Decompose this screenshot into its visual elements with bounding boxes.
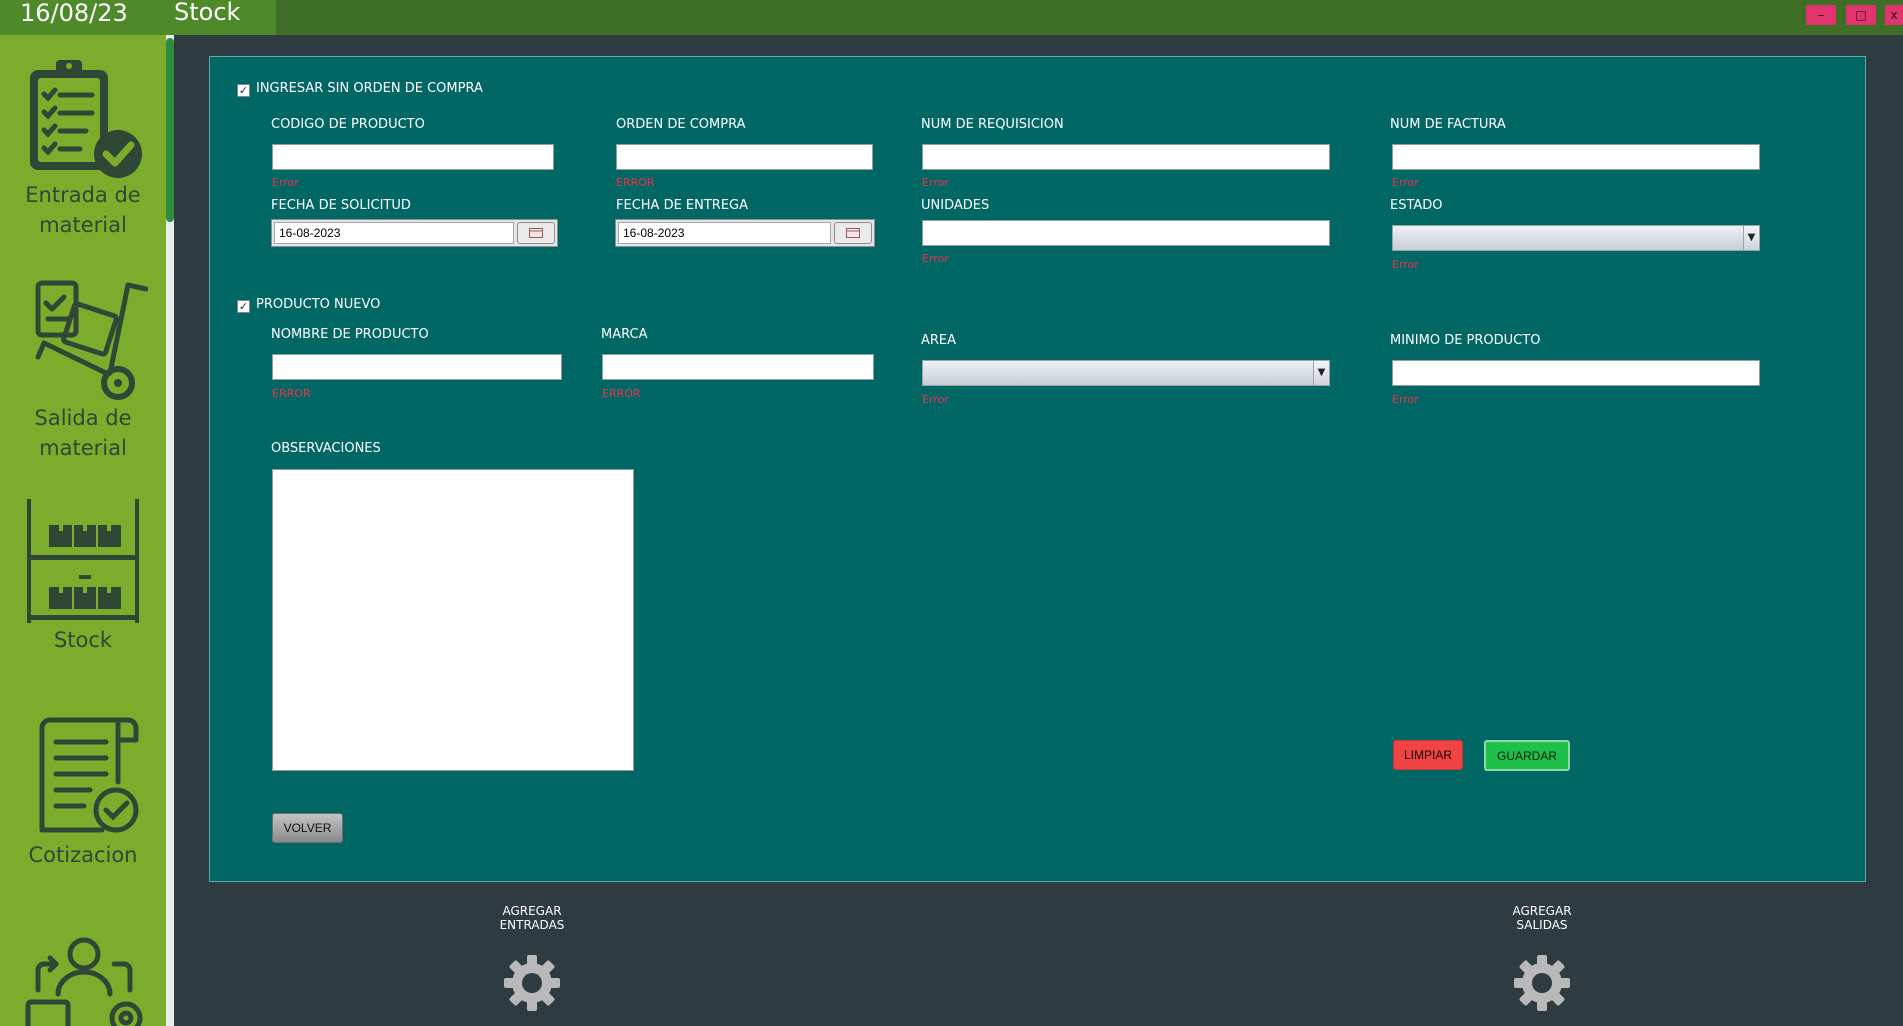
current-date: 16/08/23 <box>20 0 128 27</box>
maximize-button[interactable]: □ <box>1846 5 1876 25</box>
agregar-salidas-line2: SALIDAS <box>1516 918 1568 932</box>
sidebar-scrollbar-thumb[interactable] <box>166 38 174 222</box>
marca-input[interactable] <box>602 354 874 380</box>
area-select[interactable]: ▼ <box>922 360 1330 386</box>
agregar-entradas-line2: ENTRADAS <box>499 918 565 932</box>
label-fecha-entrega: FECHA DE ENTREGA <box>616 198 749 213</box>
agregar-salidas-line1: AGREGAR <box>1512 904 1572 918</box>
agregar-entradas-line1: AGREGAR <box>502 904 562 918</box>
error-unidades: Error <box>922 252 949 265</box>
fecha-entrega-calendar-button[interactable] <box>834 222 872 244</box>
sidebar-item-salida-material[interactable]: Salida de material <box>0 273 166 463</box>
minimize-button[interactable]: – <box>1806 5 1836 25</box>
label-sin-orden-compra: INGRESAR SIN ORDEN DE COMPRA <box>256 81 483 96</box>
label-fecha-solicitud: FECHA DE SOLICITUD <box>271 198 411 213</box>
error-estado: Error <box>1392 258 1419 271</box>
label-nombre-producto: NOMBRE DE PRODUCTO <box>271 327 429 342</box>
sidebar-label-entrada-1: Entrada de <box>25 183 141 207</box>
sidebar-label-entrada-2: material <box>39 213 127 237</box>
label-estado: ESTADO <box>1390 198 1443 213</box>
fecha-solicitud-calendar-button[interactable] <box>517 222 555 244</box>
nombre-producto-input[interactable] <box>272 354 562 380</box>
calendar-icon <box>846 228 860 238</box>
checkbox-producto-nuevo[interactable]: ✓ <box>237 300 250 313</box>
error-marca: ERROR <box>602 387 641 400</box>
form-panel: ✓ INGRESAR SIN ORDEN DE COMPRA CODIGO DE… <box>209 56 1866 882</box>
label-area: AREA <box>921 333 957 348</box>
agregar-entradas-label: AGREGAR ENTRADAS <box>472 904 592 932</box>
sidebar-item-entrada-material[interactable]: Entrada de material <box>0 52 166 240</box>
guardar-button[interactable]: GUARDAR <box>1484 740 1570 771</box>
codigo-producto-input[interactable] <box>272 144 554 170</box>
agregar-salidas-label: AGREGAR SALIDAS <box>1482 904 1602 932</box>
error-nombre-producto: ERROR <box>272 387 311 400</box>
clipboard-check-icon <box>30 60 142 178</box>
agregar-salidas-gear-icon[interactable] <box>1512 953 1572 1013</box>
num-factura-input[interactable] <box>1392 144 1760 170</box>
label-minimo-producto: MINIMO DE PRODUCTO <box>1390 333 1541 348</box>
title-bar: 16/08/23 Stock – □ x <box>0 0 1903 35</box>
document-check-icon <box>39 717 139 833</box>
label-orden-compra: ORDEN DE COMPRA <box>616 117 746 132</box>
calendar-icon <box>529 228 543 238</box>
sidebar-item-cotizacion[interactable]: Cotizacion <box>0 712 166 870</box>
limpiar-button[interactable]: LIMPIAR <box>1393 740 1463 770</box>
hand-truck-icon <box>35 280 148 400</box>
agregar-entradas-gear-icon[interactable] <box>502 953 562 1013</box>
error-num-factura: Error <box>1392 176 1419 189</box>
label-unidades: UNIDADES <box>921 198 990 213</box>
error-num-requisicion: Error <box>922 176 949 189</box>
orden-compra-input[interactable] <box>616 144 873 170</box>
label-producto-nuevo: PRODUCTO NUEVO <box>256 297 381 312</box>
close-button[interactable]: x <box>1885 5 1903 25</box>
fecha-entrega-picker <box>615 219 875 247</box>
sidebar-label-cotizacion: Cotizacion <box>28 843 138 867</box>
error-minimo-producto: Error <box>1392 393 1419 406</box>
sidebar-item-process[interactable] <box>0 930 166 1026</box>
sidebar-item-stock[interactable]: Stock <box>0 495 166 655</box>
unidades-input[interactable] <box>922 220 1330 246</box>
sidebar-label-salida-2: material <box>39 436 127 460</box>
label-num-requisicion: NUM DE REQUISICION <box>921 117 1064 132</box>
label-observaciones: OBSERVACIONES <box>271 441 381 456</box>
num-requisicion-input[interactable] <box>922 144 1330 170</box>
estado-select[interactable]: ▼ <box>1392 225 1760 251</box>
label-codigo-producto: CODIGO DE PRODUCTO <box>271 117 425 132</box>
observaciones-textarea[interactable] <box>272 469 634 771</box>
error-orden-compra: ERROR <box>616 176 655 189</box>
volver-button[interactable]: VOLVER <box>272 813 343 843</box>
minimo-producto-input[interactable] <box>1392 360 1760 386</box>
error-codigo-producto: Error <box>272 176 299 189</box>
label-marca: MARCA <box>601 327 648 342</box>
shelves-icon <box>27 499 139 623</box>
sidebar-label-salida-1: Salida de <box>34 406 132 430</box>
label-num-factura: NUM DE FACTURA <box>1390 117 1506 132</box>
fecha-solicitud-input[interactable] <box>274 222 514 244</box>
chevron-down-icon: ▼ <box>1743 226 1759 250</box>
window-title: Stock <box>174 0 241 26</box>
worker-process-icon <box>25 937 143 1026</box>
fecha-solicitud-picker <box>271 219 558 247</box>
checkbox-sin-orden-compra[interactable]: ✓ <box>237 84 250 97</box>
chevron-down-icon: ▼ <box>1313 361 1329 385</box>
sidebar-label-stock: Stock <box>53 628 113 652</box>
sidebar: Entrada de material Salida de material S… <box>0 35 166 1026</box>
error-area: Error <box>922 393 949 406</box>
fecha-entrega-input[interactable] <box>618 222 831 244</box>
date-box: 16/08/23 Stock <box>0 0 276 35</box>
